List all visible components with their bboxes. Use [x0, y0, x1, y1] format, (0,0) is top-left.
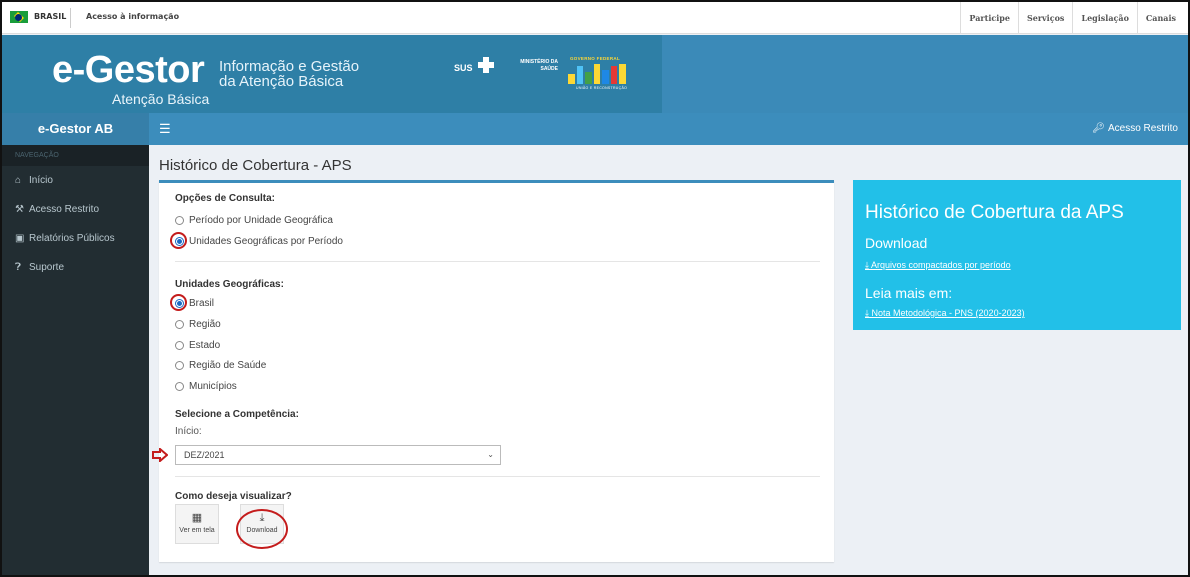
- radio-periodo-por-unidade[interactable]: Período por Unidade Geográfica: [175, 213, 333, 227]
- page-title: Histórico de Cobertura - APS: [159, 157, 352, 174]
- sidebar: NAVEGAÇÃO ⌂ Início ⚒︎ Acesso Restrito ▣ Rel…: [2, 145, 149, 575]
- radio-button[interactable]: [175, 340, 184, 350]
- header-banner: e-Gestor Atenção Básica Informação e Ges…: [2, 35, 662, 113]
- download-icon: ⤓: [865, 260, 869, 270]
- radio-label: Período por Unidade Geográfica: [189, 214, 333, 226]
- query-options-title: Opções de Consulta:: [175, 193, 276, 204]
- banner-tagline: Informação e Gestão da Atenção Básica: [219, 59, 359, 89]
- egestor-logo[interactable]: e-Gestor: [52, 51, 205, 89]
- radio-unidades-por-periodo[interactable]: Unidades Geográficas por Período: [175, 234, 343, 248]
- info-read-more-heading: Leia mais em:: [865, 285, 953, 301]
- radio-regiao[interactable]: Região: [175, 317, 221, 331]
- radio-button[interactable]: [175, 360, 184, 370]
- download-icon: ⤓: [865, 308, 869, 318]
- brand-title[interactable]: e-Gestor AB: [2, 113, 149, 145]
- ministerio-line-2: SAÚDE: [540, 66, 558, 72]
- inicio-select-value: DEZ/2021: [184, 450, 225, 460]
- sidebar-item-label: Acesso Restrito: [29, 204, 100, 215]
- sidebar-header: NAVEGAÇÃO: [2, 145, 149, 166]
- tagline-line-2: da Atenção Básica: [219, 73, 344, 90]
- sus-logo: SUS: [454, 63, 473, 73]
- sidebar-item-acesso-restrito[interactable]: ⚒︎ Acesso Restrito: [2, 195, 149, 224]
- annotation-arrow-icon: [152, 448, 168, 462]
- inicio-label: Início:: [175, 426, 202, 437]
- annotation-circle: [170, 232, 187, 249]
- download-archives-link[interactable]: ⤓ Arquivos compactados por período: [865, 260, 1011, 271]
- gov-link-participe[interactable]: Participe: [960, 2, 1018, 34]
- page-frame: BRASIL Acesso à informação Participe Ser…: [0, 0, 1190, 577]
- help-icon: ❓︎: [15, 262, 22, 273]
- info-box: Histórico de Cobertura da APS Download ⤓…: [853, 180, 1181, 330]
- header-banner-right: [662, 35, 1188, 113]
- radio-button[interactable]: [175, 215, 184, 225]
- home-icon: ⌂: [15, 175, 22, 186]
- brazil-flag-icon: [10, 11, 28, 23]
- gov-nav: Participe Serviços Legislação Canais: [960, 2, 1184, 34]
- key-icon: ⚒︎: [15, 204, 24, 215]
- sus-cross-icon: [478, 57, 494, 73]
- divider: [70, 8, 71, 28]
- radio-label: Brasil: [189, 297, 215, 309]
- link-label: Arquivos compactados por período: [871, 260, 1011, 270]
- query-form-box: Opções de Consulta: Período por Unidade …: [152, 180, 834, 562]
- radio-label: Municípios: [189, 380, 237, 392]
- radio-label: Região: [189, 318, 221, 330]
- key-icon: 🔑︎: [1092, 123, 1105, 134]
- methodology-note-link[interactable]: ⤓ Nota Metodológica - PNS (2020-2023): [865, 308, 1025, 319]
- access-info-link[interactable]: Acesso à informação: [86, 12, 179, 21]
- radio-label: Região de Saúde: [189, 359, 267, 371]
- restricted-access-label: Acesso Restrito: [1107, 123, 1178, 134]
- laptop-icon: ▣: [15, 233, 25, 244]
- radio-regiao-de-saude[interactable]: Região de Saúde: [175, 358, 266, 372]
- gov-link-canais[interactable]: Canais: [1136, 2, 1184, 34]
- hamburger-icon[interactable]: ☰: [159, 121, 171, 137]
- info-title: Histórico de Cobertura da APS: [865, 202, 1124, 223]
- view-title: Como deseja visualizar?: [175, 491, 292, 502]
- chevron-down-icon: ⌄: [487, 450, 494, 459]
- annotation-circle: [236, 509, 288, 549]
- restricted-access-link[interactable]: 🔑︎ Acesso Restrito: [1092, 113, 1178, 145]
- button-label: Ver em tela: [179, 527, 215, 534]
- radio-label: Estado: [189, 339, 221, 351]
- governo-federal-label: GOVERNO FEDERAL: [570, 56, 621, 61]
- radio-municipios[interactable]: Municípios: [175, 379, 237, 393]
- annotation-circle: [170, 294, 187, 311]
- sidebar-item-suporte[interactable]: ❓︎ Suporte: [2, 253, 149, 282]
- tagline-line-1: Informação e Gestão: [219, 58, 360, 75]
- sidebar-item-inicio[interactable]: ⌂ Início: [2, 166, 149, 195]
- sidebar-item-label: Relatórios Públicos: [29, 233, 115, 244]
- competencia-title: Selecione a Competência:: [175, 409, 299, 420]
- governo-federal-foot: UNIÃO E RECONSTRUÇÃO: [576, 86, 628, 90]
- gov-link-servicos[interactable]: Serviços: [1017, 2, 1072, 34]
- divider: [175, 476, 820, 477]
- inicio-select[interactable]: DEZ/2021 ⌄: [175, 445, 501, 465]
- sidebar-item-label: Suporte: [29, 262, 65, 273]
- top-navbar: e-Gestor AB ☰ 🔑︎ Acesso Restrito: [2, 113, 1188, 145]
- info-download-heading: Download: [865, 235, 928, 251]
- radio-button[interactable]: [175, 381, 184, 391]
- divider: [175, 261, 820, 262]
- radio-label: Unidades Geográficas por Período: [189, 235, 343, 247]
- sidebar-item-label: Início: [29, 175, 53, 186]
- link-label: Nota Metodológica - PNS (2020-2023): [871, 308, 1025, 318]
- gov-bar: BRASIL Acesso à informação Participe Ser…: [2, 2, 1188, 34]
- radio-button[interactable]: [175, 319, 184, 329]
- governo-federal-logo: [568, 64, 627, 84]
- sidebar-item-relatorios[interactable]: ▣ Relatórios Públicos: [2, 224, 149, 253]
- view-on-screen-button[interactable]: ▦ Ver em tela: [175, 504, 219, 544]
- ministerio-saude-logo: MINISTÉRIO DA SAÚDE: [502, 59, 558, 73]
- gov-brasil-link[interactable]: BRASIL: [34, 12, 66, 21]
- radio-estado[interactable]: Estado: [175, 338, 220, 352]
- logo-subtitle: Atenção Básica: [112, 91, 210, 107]
- geo-units-title: Unidades Geográficas:: [175, 279, 284, 290]
- ministerio-line-1: MINISTÉRIO DA: [520, 59, 558, 65]
- table-icon: ▦: [191, 512, 203, 524]
- gov-link-legislacao[interactable]: Legislação: [1072, 2, 1136, 34]
